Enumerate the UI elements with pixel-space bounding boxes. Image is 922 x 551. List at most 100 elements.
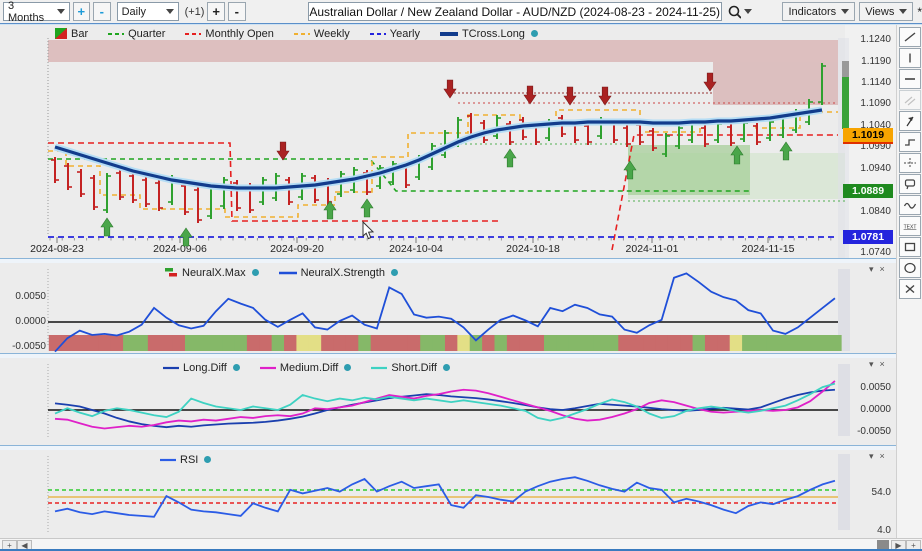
legend-item-neuralx-max[interactable]: NeuralX.Max bbox=[165, 267, 259, 279]
period-select[interactable]: Daily bbox=[117, 2, 179, 21]
chevron-down-icon bbox=[57, 9, 65, 14]
horizontal-line-tool[interactable] bbox=[899, 69, 921, 89]
shaded-band bbox=[48, 40, 838, 62]
neuralx-panel-legend: NeuralX.Max NeuralX.Strength bbox=[165, 266, 412, 279]
buy-arrow-icon bbox=[180, 228, 192, 246]
weekly-legend-icon bbox=[294, 31, 310, 37]
legend-label: Weekly bbox=[314, 28, 350, 40]
fib-tool[interactable] bbox=[899, 132, 921, 152]
ellipse-tool[interactable] bbox=[899, 258, 921, 278]
rectangle-icon bbox=[903, 241, 917, 253]
period-plus-button[interactable]: + bbox=[207, 2, 225, 21]
info-dot-icon[interactable] bbox=[391, 269, 398, 276]
legend-item-neuralx-strength[interactable]: NeuralX.Strength bbox=[279, 267, 398, 279]
rsi-panel-canvas[interactable] bbox=[0, 450, 896, 538]
legend-item-medium-diff[interactable]: Medium.Diff bbox=[260, 362, 351, 374]
info-dot-icon[interactable] bbox=[204, 456, 211, 463]
diff-panel-legend: Long.Diff Medium.Diff Short.Diff bbox=[163, 361, 464, 374]
price-tag: 1.0781 bbox=[843, 230, 893, 244]
buy-arrow-icon bbox=[504, 149, 516, 167]
bar-legend-icon bbox=[55, 28, 67, 39]
legend-item-short-diff[interactable]: Short.Diff bbox=[371, 362, 450, 374]
neuralx-strength-legend-icon bbox=[279, 270, 297, 276]
diff-axis-label: 0.0000 bbox=[845, 404, 891, 415]
wave-tool[interactable] bbox=[899, 195, 921, 215]
range-zoom-out-button[interactable]: - bbox=[93, 2, 111, 21]
delete-tool[interactable] bbox=[899, 279, 921, 299]
shaded-band bbox=[842, 61, 849, 77]
legend-item-quarter[interactable]: Quarter bbox=[108, 28, 165, 40]
flag-tool[interactable] bbox=[899, 111, 921, 131]
legend-item-monthly-open[interactable]: Monthly Open bbox=[185, 28, 273, 40]
sell-arrow-icon bbox=[277, 142, 289, 160]
main-chart-canvas[interactable] bbox=[0, 25, 896, 258]
views-button[interactable]: Views bbox=[859, 2, 913, 21]
legend-item-rsi[interactable]: RSI bbox=[160, 454, 211, 466]
tcross-legend-icon bbox=[440, 31, 458, 37]
delete-icon bbox=[903, 283, 917, 295]
vertical-line-tool[interactable] bbox=[899, 48, 921, 68]
legend-item-weekly[interactable]: Weekly bbox=[294, 28, 350, 40]
drawing-tools-sidebar: TEXT bbox=[896, 25, 922, 538]
info-dot-icon[interactable] bbox=[252, 269, 259, 276]
flag-icon bbox=[903, 115, 917, 127]
legend-label: Bar bbox=[71, 28, 88, 40]
legend-label: Yearly bbox=[390, 28, 420, 40]
chart-title[interactable]: Australian Dollar / New Zealand Dollar -… bbox=[308, 2, 722, 21]
rsi-panel-legend: RSI bbox=[160, 453, 225, 466]
info-dot-icon[interactable] bbox=[531, 30, 538, 37]
chevron-down-icon bbox=[166, 9, 174, 14]
legend-item-long-diff[interactable]: Long.Diff bbox=[163, 362, 240, 374]
quarter-legend-icon bbox=[108, 31, 124, 37]
info-dot-icon[interactable] bbox=[443, 364, 450, 371]
rsi-legend-icon bbox=[160, 457, 176, 463]
search-dropdown-icon[interactable] bbox=[744, 9, 752, 14]
main-chart-legend: Bar Quarter Monthly Open Weekly Yearly T… bbox=[55, 27, 552, 40]
period-offset-label: (+1) bbox=[185, 6, 205, 18]
scrollbar-thumb[interactable] bbox=[877, 540, 889, 549]
yearly-legend-icon bbox=[370, 31, 386, 37]
short-diff-legend-icon bbox=[371, 365, 387, 371]
shaded-band bbox=[713, 62, 838, 105]
info-dot-icon[interactable] bbox=[344, 364, 351, 371]
text-tool[interactable]: TEXT bbox=[899, 216, 921, 236]
range-zoom-in-button[interactable]: + bbox=[73, 2, 91, 21]
legend-label: RSI bbox=[180, 454, 198, 466]
info-dot-icon[interactable] bbox=[233, 364, 240, 371]
horizontal-line-icon bbox=[903, 73, 917, 85]
monthly-open-legend-icon bbox=[185, 31, 201, 37]
star-indicator: * bbox=[917, 5, 922, 19]
indicators-button[interactable]: Indicators bbox=[782, 2, 855, 21]
diff-close-icon[interactable]: × bbox=[880, 359, 885, 370]
rsi-axis-label: 54.0 bbox=[845, 487, 891, 498]
diff-collapse-icon[interactable]: ▾ bbox=[869, 359, 874, 370]
period-minus-button[interactable]: - bbox=[228, 2, 246, 21]
callout-tool[interactable] bbox=[899, 174, 921, 194]
rsi-collapse-icon[interactable]: ▾ bbox=[869, 451, 874, 462]
neuralx-panel-canvas[interactable] bbox=[0, 263, 896, 353]
trend-line-tool[interactable] bbox=[899, 27, 921, 47]
crosshair-icon bbox=[903, 157, 917, 169]
legend-label: Short.Diff bbox=[391, 362, 437, 374]
range-select[interactable]: 3 Months bbox=[3, 2, 70, 21]
trend-line-icon bbox=[903, 31, 917, 43]
ellipse-icon bbox=[903, 262, 917, 274]
legend-item-tcross-long[interactable]: TCross.Long bbox=[440, 28, 538, 40]
rsi-close-icon[interactable]: × bbox=[880, 451, 885, 462]
diff-axis-label: -0.0050 bbox=[845, 426, 891, 437]
neuralx-collapse-icon[interactable]: ▾ bbox=[869, 264, 874, 275]
search-icon[interactable] bbox=[727, 4, 742, 20]
crosshair-tool[interactable] bbox=[899, 153, 921, 173]
price-tag: 1.1019 bbox=[843, 128, 893, 144]
sell-arrow-icon bbox=[444, 80, 456, 98]
legend-label: NeuralX.Strength bbox=[301, 267, 385, 279]
neuralx-close-icon[interactable]: × bbox=[880, 264, 885, 275]
neuralx-axis-label: 0.0000 bbox=[0, 316, 46, 327]
medium-diff-legend-icon bbox=[260, 365, 276, 371]
neuralx-max-strip bbox=[49, 335, 842, 351]
rectangle-tool[interactable] bbox=[899, 237, 921, 257]
legend-label: Quarter bbox=[128, 28, 165, 40]
price-tag: 1.0889 bbox=[843, 184, 893, 198]
legend-item-yearly[interactable]: Yearly bbox=[370, 28, 420, 40]
legend-item-bar[interactable]: Bar bbox=[55, 28, 88, 40]
